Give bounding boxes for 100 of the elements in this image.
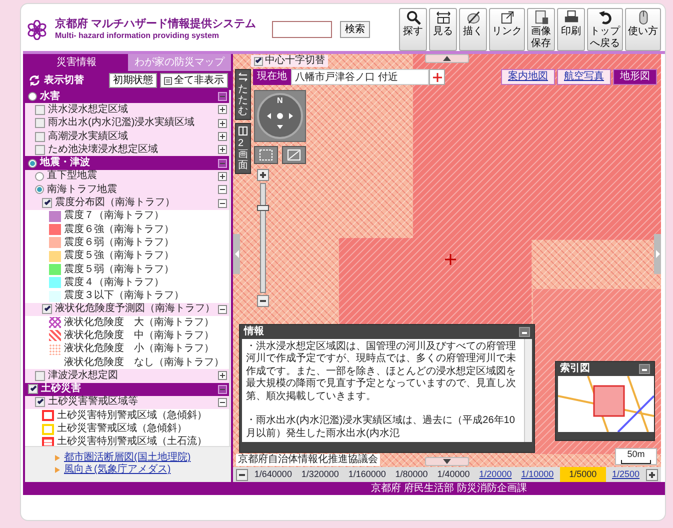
- toolbar-button[interactable]: リンク: [489, 8, 525, 51]
- checkbox[interactable]: [35, 370, 45, 381]
- line-icon: [287, 149, 301, 161]
- search-field[interactable]: [272, 21, 332, 38]
- pan-up-button[interactable]: [425, 54, 469, 63]
- refresh-icon: [28, 74, 41, 87]
- toolbar-button[interactable]: 探す: [399, 8, 427, 51]
- checkbox[interactable]: [35, 104, 45, 115]
- scale-option[interactable]: 1/5000: [560, 467, 606, 482]
- undo-arrow-icon: [598, 10, 612, 25]
- collapse-arrows-icon: [238, 72, 248, 82]
- toolbar-button[interactable]: 使い方: [625, 8, 661, 51]
- zoom-slider-thumb[interactable]: [257, 204, 269, 211]
- legend-label: 震度６強（南海トラフ）: [64, 224, 174, 236]
- search-button[interactable]: 検索: [340, 21, 370, 38]
- select-area-button[interactable]: [254, 146, 278, 164]
- checkbox[interactable]: [28, 384, 38, 394]
- expand-toggle[interactable]: [218, 185, 227, 194]
- scrollbar[interactable]: [524, 338, 532, 442]
- expand-toggle[interactable]: [218, 198, 227, 208]
- checkbox[interactable]: [254, 56, 263, 66]
- layer-label: 水害: [40, 90, 60, 103]
- external-link-icon: [500, 10, 514, 25]
- scale-option[interactable]: 1/40000: [434, 467, 473, 482]
- map-type-tab[interactable]: 航空写真: [557, 69, 611, 85]
- scale-link[interactable]: 1/2500: [609, 467, 643, 482]
- app-title: 京都府 マルチハザード情報提供システム: [55, 18, 256, 32]
- layer-label: 高潮浸水実績区域: [48, 130, 128, 143]
- checkbox[interactable]: [42, 304, 52, 314]
- link[interactable]: 都市圏活断層図(国土地理院): [64, 452, 191, 464]
- zoom-out-button[interactable]: [257, 295, 269, 307]
- minimize-button[interactable]: [639, 364, 650, 374]
- expand-toggle[interactable]: [218, 304, 227, 314]
- toolbar-button[interactable]: 全て非表示: [160, 73, 228, 88]
- expand-toggle[interactable]: [218, 371, 227, 380]
- layer-label: 南海トラフ地震: [47, 184, 117, 196]
- radio-button[interactable]: [35, 185, 44, 194]
- checkbox[interactable]: [35, 118, 45, 128]
- zoom-in-button[interactable]: [257, 169, 269, 181]
- north-label: N: [277, 96, 283, 106]
- scale-link[interactable]: 1/10000: [518, 467, 557, 482]
- printer-icon: [564, 10, 578, 25]
- scale-link[interactable]: 1/20000: [476, 467, 515, 482]
- crosshair-icon: [445, 254, 456, 265]
- legend-label: 震度５弱（南海トラフ）: [64, 264, 174, 276]
- expand-toggle[interactable]: [218, 118, 227, 128]
- map-type-tab[interactable]: 案内地図: [501, 69, 555, 85]
- expand-toggle[interactable]: [218, 92, 227, 102]
- scrollbar[interactable]: [229, 90, 231, 446]
- expand-toggle[interactable]: [218, 158, 227, 168]
- scale-line-icon: [621, 460, 651, 464]
- toolbar-button[interactable]: 初期状態: [109, 73, 157, 88]
- pan-down-button[interactable]: [425, 457, 469, 466]
- minimize-button[interactable]: [519, 326, 530, 336]
- zoom-track[interactable]: [260, 183, 266, 293]
- expand-toggle[interactable]: [218, 384, 227, 394]
- side-button[interactable]: たたむ: [235, 69, 251, 120]
- toolbar-button[interactable]: トップへ戻る: [587, 8, 623, 51]
- expand-toggle[interactable]: [218, 172, 227, 181]
- logo-icon: [27, 20, 47, 40]
- checkbox[interactable]: [42, 198, 52, 208]
- crosshair-button[interactable]: [429, 69, 445, 85]
- layer-label: 液状化危険度予測図（南海トラフ）: [55, 303, 215, 316]
- toolbar-button[interactable]: 画像保存: [527, 8, 555, 51]
- map-type-tab[interactable]: 地形図: [613, 69, 657, 85]
- checkbox[interactable]: [35, 144, 45, 155]
- legend-label: 液状化危険度 中（南海トラフ）: [64, 330, 214, 342]
- layer-label: 土砂災害: [41, 383, 81, 396]
- toolbar-button[interactable]: 見る: [429, 8, 457, 51]
- tab[interactable]: 災害情報: [25, 54, 128, 71]
- legend-label: 土砂災害特別警戒区域（土石流）: [57, 436, 207, 446]
- book-icon: [238, 126, 248, 136]
- radio-button[interactable]: [28, 158, 37, 168]
- scale-option[interactable]: 1/640000: [251, 467, 295, 482]
- scale-option[interactable]: 1/320000: [298, 467, 342, 482]
- zoom-out-button[interactable]: [236, 468, 248, 480]
- triangle-right-icon: [656, 250, 660, 258]
- layer-label: 洪水浸水想定区域: [48, 104, 128, 116]
- triangle-up-icon: [443, 56, 451, 61]
- expand-toggle[interactable]: [218, 398, 227, 407]
- checkbox[interactable]: [35, 132, 45, 142]
- triangle-down-icon: [443, 459, 451, 464]
- expand-toggle[interactable]: [218, 145, 227, 154]
- pan-control[interactable]: N: [254, 90, 306, 142]
- draw-line-button[interactable]: [282, 146, 306, 164]
- side-button[interactable]: 2画面: [235, 123, 251, 174]
- scale-option[interactable]: 1/80000: [392, 467, 431, 482]
- checkbox-label: 中心十字切替: [265, 55, 325, 67]
- checkbox[interactable]: [35, 397, 45, 408]
- location-field: 八幡市戸津谷ノ口 付近: [291, 69, 429, 85]
- zoom-in-button[interactable]: [646, 468, 658, 480]
- radio-button[interactable]: [28, 92, 37, 102]
- toolbar-button[interactable]: 描く: [459, 8, 487, 51]
- bullet-icon: [55, 467, 60, 473]
- link[interactable]: 風向き(気象庁アメダス): [64, 464, 171, 476]
- scale-option[interactable]: 1/160000: [345, 467, 389, 482]
- toolbar-button[interactable]: 印刷: [557, 8, 585, 51]
- expand-toggle[interactable]: [218, 132, 227, 142]
- expand-toggle[interactable]: [218, 105, 227, 114]
- radio-button[interactable]: [35, 172, 44, 181]
